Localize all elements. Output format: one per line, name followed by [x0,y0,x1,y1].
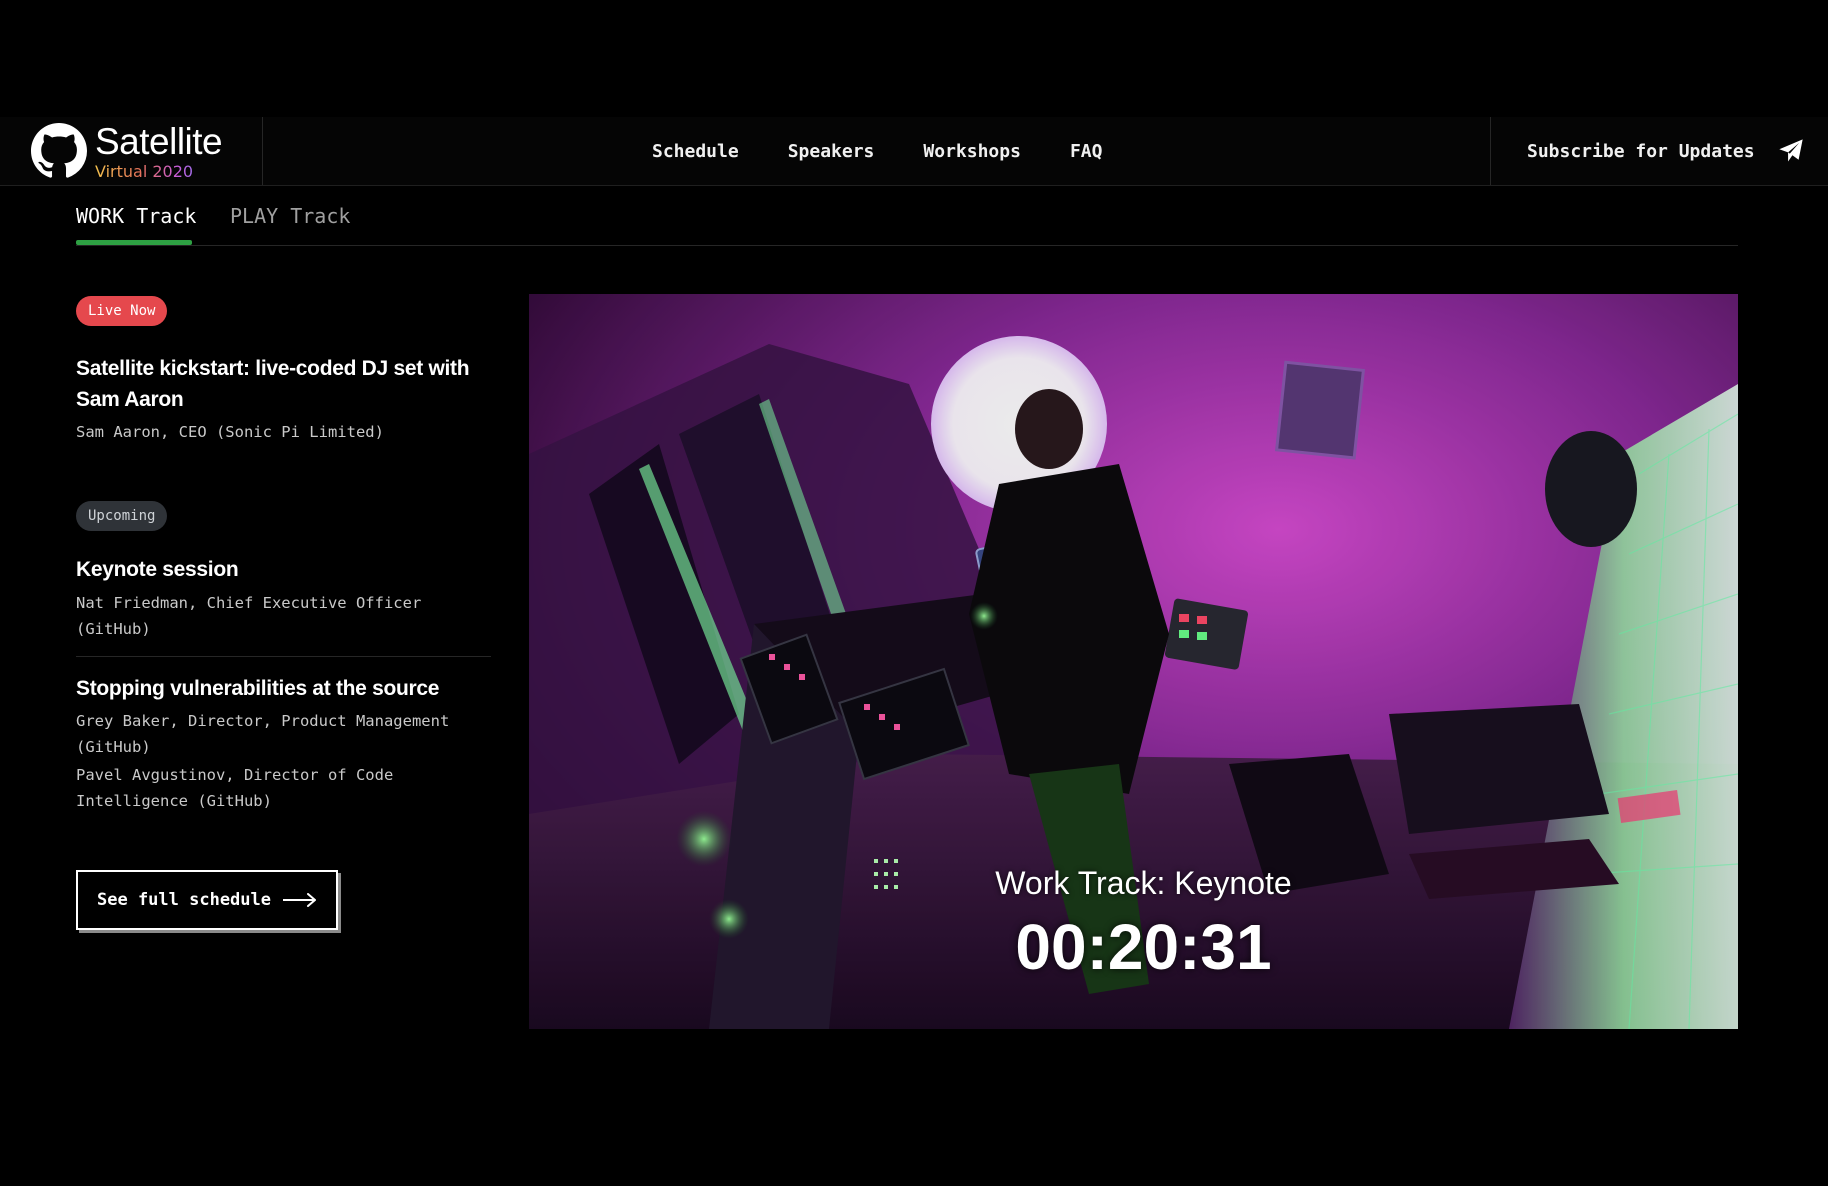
arrow-right-icon [283,893,316,907]
upcoming-session-speaker: Nat Friedman, Chief Executive Officer (G… [76,594,422,638]
satellite-logo[interactable]: Satellite Virtual 2020 [31,117,261,185]
live-now-badge: Live Now [76,296,168,326]
session-divider [76,656,491,657]
tab-work-track[interactable]: WORK Track [76,204,196,228]
live-session-title[interactable]: Satellite kickstart: live-coded DJ set w… [76,353,491,415]
upcoming-session-speaker: Pavel Avgustinov, Director of Code Intel… [76,766,394,810]
subscribe-label: Subscribe for Updates [1527,140,1755,162]
upcoming-session-title[interactable]: Keynote session [76,554,491,585]
upcoming-session-title[interactable]: Stopping vulnerabilities at the source [76,673,491,704]
site-header: Satellite Virtual 2020 Schedule Speakers… [0,117,1828,186]
live-session-speaker: Sam Aaron, CEO (Sonic Pi Limited) [76,423,384,441]
nav-schedule[interactable]: Schedule [652,141,739,162]
nav-faq[interactable]: FAQ [1070,141,1103,162]
nav-speakers[interactable]: Speakers [788,141,875,162]
header-divider-right [1490,117,1491,185]
track-tabs: WORK Track PLAY Track [76,196,1738,246]
see-full-schedule-label: See full schedule [97,890,271,910]
logo-subtitle: Virtual 2020 [95,163,222,180]
subscribe-button[interactable]: Subscribe for Updates [1527,117,1805,185]
upcoming-session-speaker: Grey Baker, Director, Product Management… [76,712,450,756]
livestream-video-player[interactable]: Work Track: Keynote 00:20:31 [529,294,1738,1029]
logo-title: Satellite [95,120,223,162]
see-full-schedule-button[interactable]: See full schedule [76,870,338,930]
main-nav: Schedule Speakers Workshops FAQ [652,117,1102,185]
active-tab-indicator [76,240,192,245]
nav-workshops[interactable]: Workshops [923,141,1021,162]
video-caption: Work Track: Keynote [995,865,1292,901]
header-divider-left [262,117,263,185]
paper-plane-icon [1778,139,1803,162]
video-countdown-timer: 00:20:31 [1015,911,1272,983]
github-octocat-icon [31,123,87,178]
upcoming-badge: Upcoming [76,501,168,531]
tab-play-track[interactable]: PLAY Track [230,204,350,228]
logo-text: Satellite Virtual 2020 [95,120,223,180]
